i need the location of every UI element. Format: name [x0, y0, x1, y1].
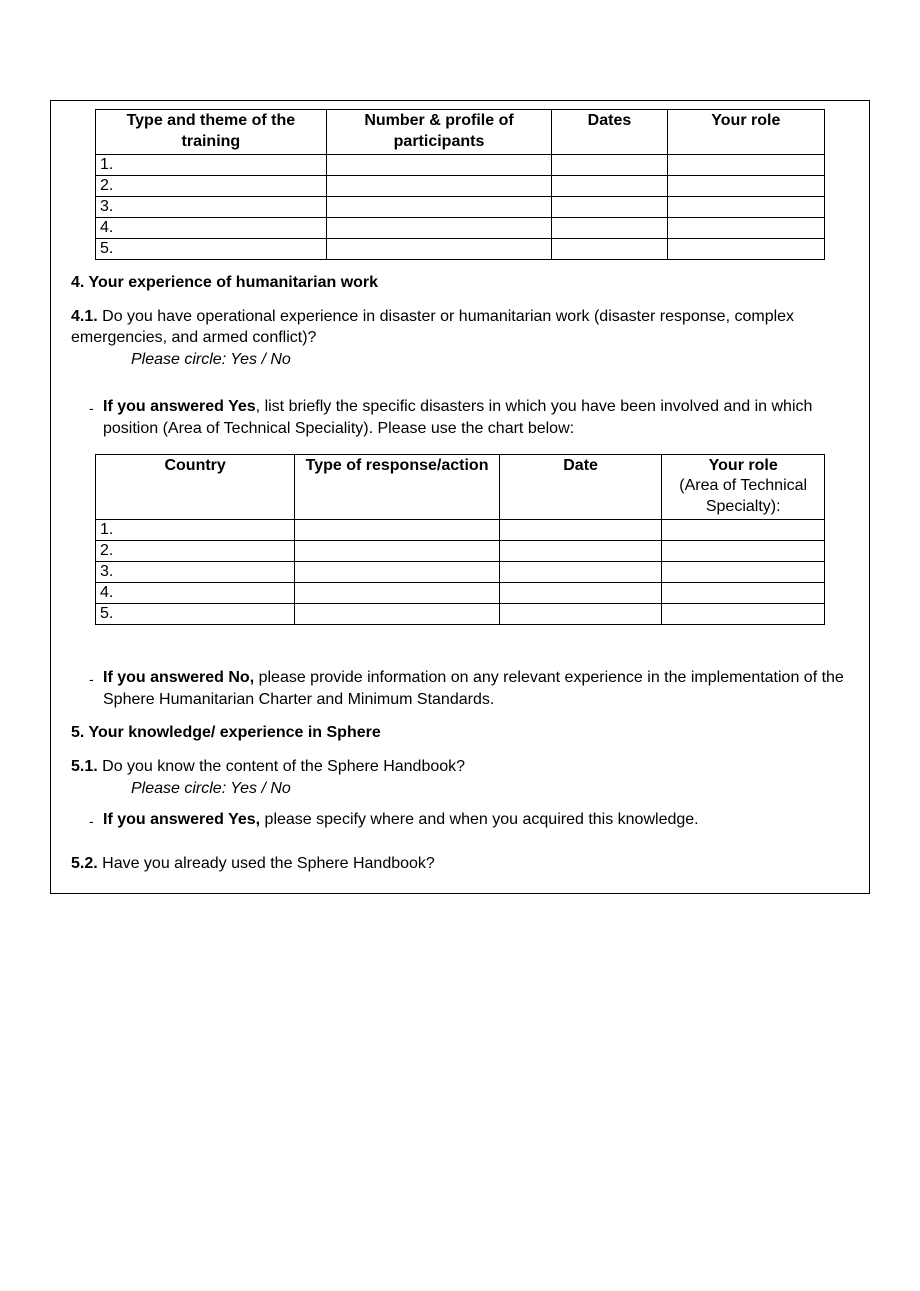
exp-col-role: Your role (Area of Technical Specialty):	[662, 454, 825, 519]
dash-bullet-icon: -	[71, 396, 103, 416]
cell[interactable]	[662, 582, 825, 603]
row-number: 3.	[96, 196, 327, 217]
table-row: 1.	[96, 519, 825, 540]
row-number: 2.	[96, 540, 295, 561]
cell[interactable]	[552, 154, 667, 175]
role-subtext: (Area of Technical Specialty):	[679, 477, 807, 515]
cell[interactable]	[499, 603, 662, 624]
question-number: 4.1.	[71, 308, 98, 325]
cell[interactable]	[667, 154, 824, 175]
section-5-heading: 5. Your knowledge/ experience in Sphere	[71, 724, 849, 742]
question-text: Do you have operational experience in di…	[71, 308, 794, 347]
cell[interactable]	[295, 540, 500, 561]
question-number: 5.2.	[71, 855, 98, 872]
please-circle-instruction: Please circle: Yes / No	[71, 349, 849, 371]
question-number: 5.1.	[71, 758, 98, 775]
cell[interactable]	[662, 519, 825, 540]
row-number: 1.	[96, 154, 327, 175]
cell[interactable]	[662, 561, 825, 582]
table-row: 5.	[96, 238, 825, 259]
exp-col-type: Type of response/action	[295, 454, 500, 519]
cell[interactable]	[295, 603, 500, 624]
if-no-text: If you answered No, please provide infor…	[103, 667, 849, 710]
table-row: 4.	[96, 582, 825, 603]
row-number: 1.	[96, 519, 295, 540]
cell[interactable]	[667, 175, 824, 196]
bold-lead: If you answered Yes	[103, 398, 256, 415]
rest-text: please specify where and when you acquir…	[260, 811, 699, 828]
cell[interactable]	[667, 217, 824, 238]
exp-col-country: Country	[96, 454, 295, 519]
cell[interactable]	[667, 196, 824, 217]
page-frame: Type and theme of the training Number & …	[50, 100, 870, 894]
exp-col-date: Date	[499, 454, 662, 519]
cell[interactable]	[662, 540, 825, 561]
if-yes-text-5: If you answered Yes, please specify wher…	[103, 809, 849, 831]
question-4-1: 4.1. Do you have operational experience …	[71, 306, 849, 371]
if-yes-text: If you answered Yes, list briefly the sp…	[103, 396, 849, 439]
dash-bullet-icon: -	[71, 809, 103, 829]
bold-lead: If you answered Yes,	[103, 811, 260, 828]
if-yes-block: - If you answered Yes, list briefly the …	[71, 396, 849, 439]
if-no-block: - If you answered No, please provide inf…	[71, 667, 849, 710]
table-row: 4.	[96, 217, 825, 238]
cell[interactable]	[295, 561, 500, 582]
training-table: Type and theme of the training Number & …	[95, 109, 825, 260]
table-row: 3.	[96, 196, 825, 217]
cell[interactable]	[552, 196, 667, 217]
cell[interactable]	[662, 603, 825, 624]
question-5-2: 5.2. Have you already used the Sphere Ha…	[71, 853, 849, 875]
bold-lead: If you answered No,	[103, 669, 254, 686]
question-text: Do you know the content of the Sphere Ha…	[98, 758, 465, 775]
table-row: 3.	[96, 561, 825, 582]
cell[interactable]	[326, 217, 552, 238]
cell[interactable]	[552, 238, 667, 259]
table-row: 2.	[96, 175, 825, 196]
table-row: 5.	[96, 603, 825, 624]
row-number: 5.	[96, 603, 295, 624]
please-circle-instruction: Please circle: Yes / No	[71, 778, 849, 800]
experience-table: Country Type of response/action Date You…	[95, 454, 825, 625]
dash-bullet-icon: -	[71, 667, 103, 687]
row-number: 2.	[96, 175, 327, 196]
question-5-1: 5.1. Do you know the content of the Sphe…	[71, 756, 849, 799]
question-text: Have you already used the Sphere Handboo…	[98, 855, 435, 872]
table-row: 2.	[96, 540, 825, 561]
if-yes-block-5: - If you answered Yes, please specify wh…	[71, 809, 849, 831]
table-row: 1.	[96, 154, 825, 175]
row-number: 5.	[96, 238, 327, 259]
cell[interactable]	[499, 561, 662, 582]
row-number: 4.	[96, 217, 327, 238]
cell[interactable]	[499, 582, 662, 603]
role-bold: Your role	[709, 457, 778, 474]
page-content: Type and theme of the training Number & …	[51, 101, 869, 893]
row-number: 4.	[96, 582, 295, 603]
cell[interactable]	[326, 238, 552, 259]
training-col-role: Your role	[667, 110, 824, 155]
cell[interactable]	[326, 196, 552, 217]
cell[interactable]	[295, 582, 500, 603]
training-col-dates: Dates	[552, 110, 667, 155]
cell[interactable]	[326, 154, 552, 175]
cell[interactable]	[667, 238, 824, 259]
cell[interactable]	[295, 519, 500, 540]
row-number: 3.	[96, 561, 295, 582]
training-col-participants: Number & profile of participants	[326, 110, 552, 155]
cell[interactable]	[499, 519, 662, 540]
section-4-heading: 4. Your experience of humanitarian work	[71, 274, 849, 292]
cell[interactable]	[326, 175, 552, 196]
cell[interactable]	[552, 175, 667, 196]
cell[interactable]	[499, 540, 662, 561]
cell[interactable]	[552, 217, 667, 238]
training-col-type: Type and theme of the training	[96, 110, 327, 155]
